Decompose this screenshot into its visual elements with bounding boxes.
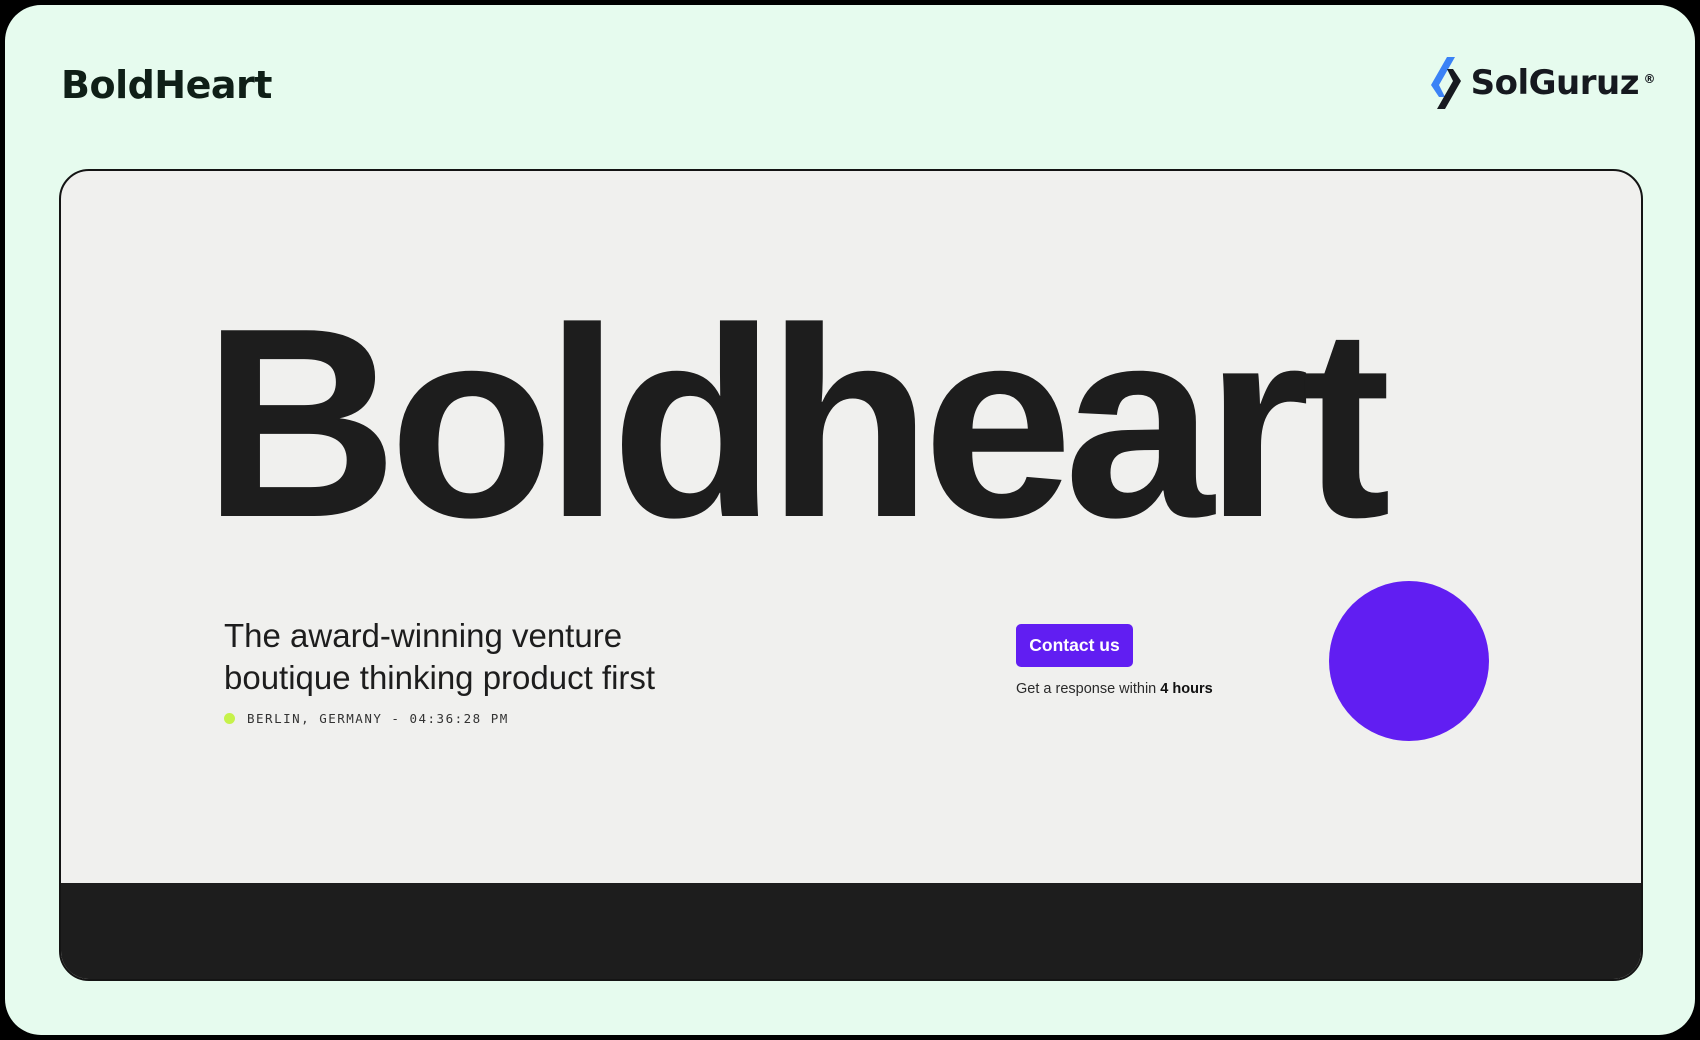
website-preview: Boldheart The award-winning venture bout… [59,169,1643,981]
response-note: Get a response within 4 hours [1016,681,1213,697]
purple-circle-graphic [1329,581,1489,741]
location-clock: BERLIN, GERMANY - 04:36:28 PM [224,711,509,726]
footer-band [61,883,1641,979]
tagline-line-2: boutique thinking product first [224,659,656,696]
solguruz-logo-icon [1430,57,1461,109]
response-time: 4 hours [1160,681,1213,697]
response-prefix: Get a response within [1016,681,1161,697]
registered-mark: ® [1643,72,1656,86]
partner-name: SolGuruz ® [1471,63,1656,103]
partner-logo: SolGuruz ® [1427,53,1656,113]
hero-tagline: The award-winning venture boutique think… [224,615,744,699]
contact-us-button[interactable]: Contact us [1016,624,1133,667]
status-dot-icon [224,713,235,724]
location-text: BERLIN, GERMANY - 04:36:28 PM [247,711,509,726]
hero-headline: Boldheart [203,273,1391,574]
tagline-line-1: The award-winning venture [224,617,623,654]
brand-title: BoldHeart [61,63,272,107]
page-frame: BoldHeart SolGuruz ® Boldheart The award-… [5,5,1695,1035]
